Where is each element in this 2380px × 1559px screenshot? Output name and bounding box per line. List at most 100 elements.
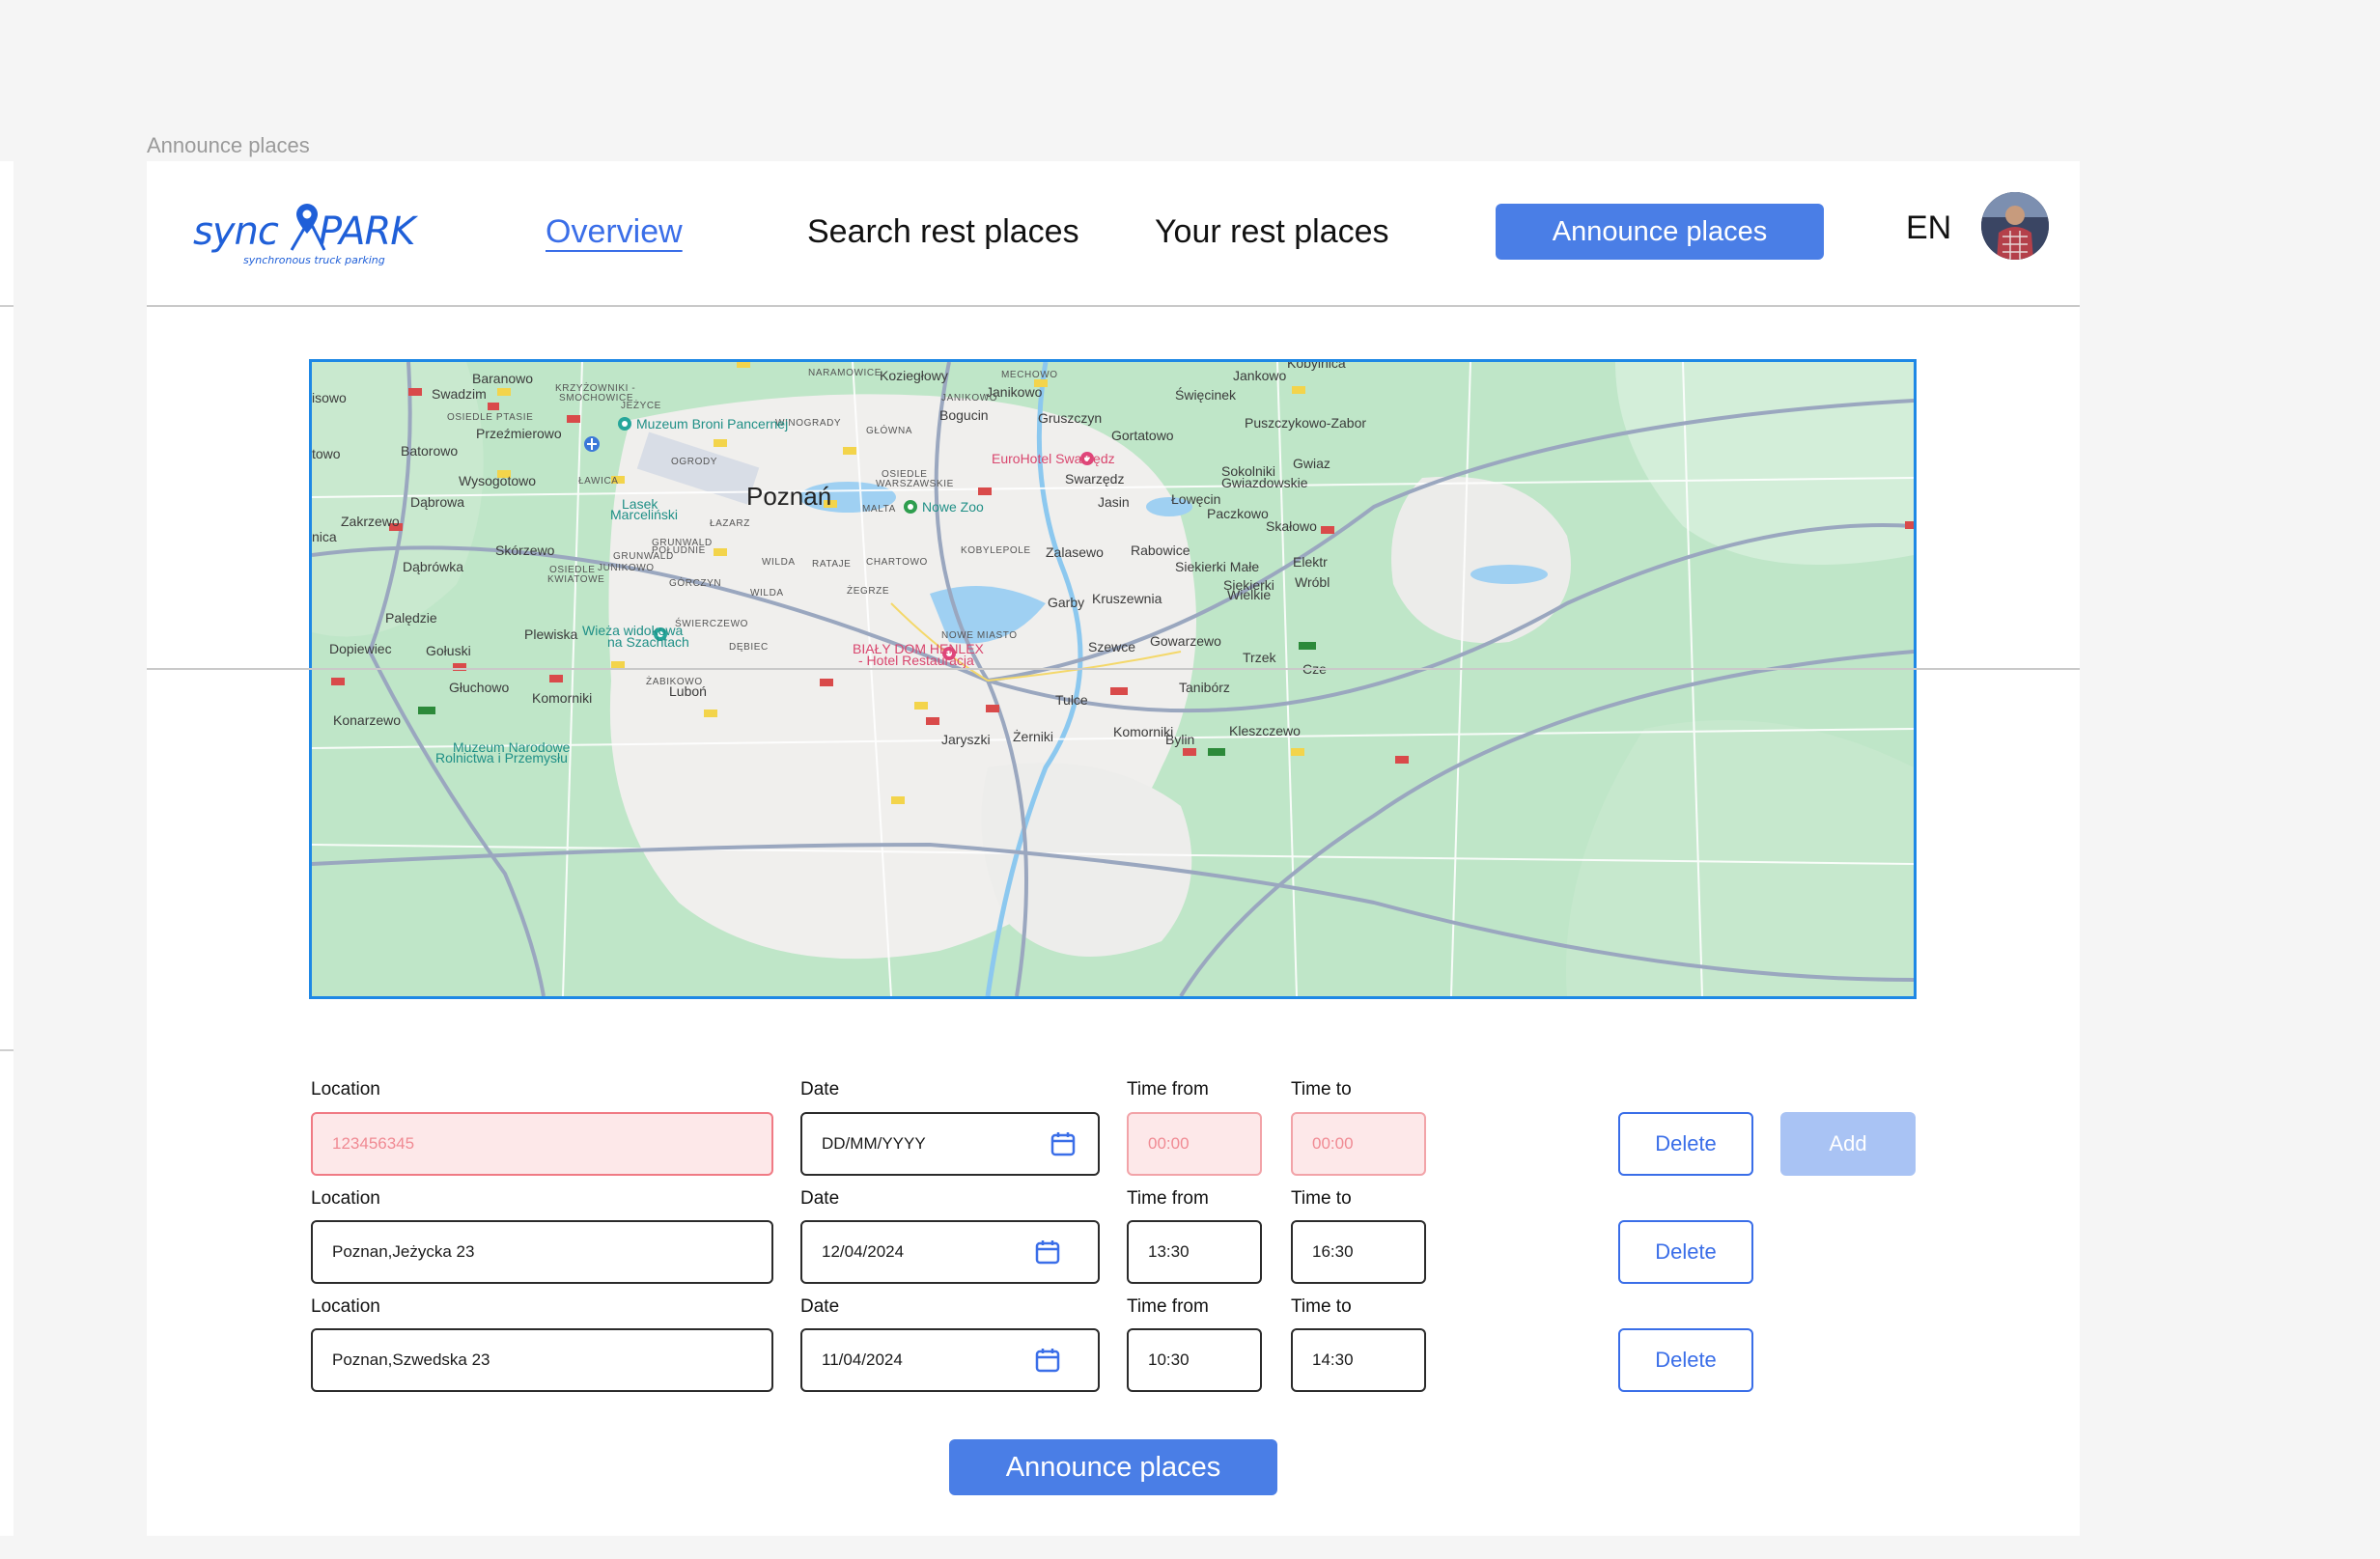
svg-text:ŚWIERCZEWO: ŚWIERCZEWO <box>675 617 748 629</box>
svg-text:Wysogotowo: Wysogotowo <box>459 473 536 488</box>
svg-text:Jaryszki: Jaryszki <box>941 732 991 747</box>
frame-label: Announce places <box>147 133 310 157</box>
time-to-input[interactable]: 14:30 <box>1291 1328 1426 1392</box>
svg-text:GÓRCZYN: GÓRCZYN <box>669 576 721 589</box>
location-label: Location <box>311 1296 380 1317</box>
svg-text:towo: towo <box>312 446 341 461</box>
svg-text:Łowęcin: Łowęcin <box>1171 491 1220 507</box>
time-to-label: Time to <box>1291 1296 1352 1317</box>
svg-text:nica: nica <box>312 529 337 544</box>
svg-text:synchronous truck parking: synchronous truck parking <box>243 254 385 266</box>
svg-text:Komorniki: Komorniki <box>1113 724 1173 739</box>
date-label: Date <box>800 1079 840 1100</box>
add-button[interactable]: Add <box>1780 1112 1916 1176</box>
date-input[interactable]: DD/MM/YYYY <box>800 1112 1100 1176</box>
nav-search-rest-places[interactable]: Search rest places <box>807 213 1079 251</box>
svg-text:Elektr: Elektr <box>1293 554 1328 570</box>
svg-text:Głuchowo: Głuchowo <box>449 680 509 695</box>
svg-text:Swarzędz: Swarzędz <box>1065 471 1124 487</box>
svg-text:Szewce: Szewce <box>1088 639 1135 654</box>
time-from-input[interactable]: 13:30 <box>1127 1220 1262 1284</box>
location-input[interactable]: Poznan,Szwedska 23 <box>311 1328 773 1392</box>
svg-text:DĘBIEC: DĘBIEC <box>729 642 769 653</box>
svg-text:CHARTOWO: CHARTOWO <box>866 557 928 568</box>
location-input[interactable]: 123456345 <box>311 1112 773 1176</box>
map-view[interactable]: Baranowo Swadzim isowo Przeźmierowo Bato… <box>309 359 1917 999</box>
time-from-input[interactable]: 00:00 <box>1127 1112 1262 1176</box>
location-label: Location <box>311 1079 380 1100</box>
delete-button[interactable]: Delete <box>1618 1328 1753 1392</box>
nav-overview[interactable]: Overview <box>546 213 683 251</box>
calendar-icon[interactable] <box>1034 1347 1061 1374</box>
svg-text:Palędzie: Palędzie <box>385 610 437 626</box>
svg-text:EuroHotel Swarzędz: EuroHotel Swarzędz <box>992 451 1115 466</box>
svg-text:Swadzim: Swadzim <box>432 386 487 402</box>
svg-text:MALTA: MALTA <box>862 504 896 515</box>
svg-text:KOBYLEPOLE: KOBYLEPOLE <box>961 545 1031 556</box>
time-to-input[interactable]: 16:30 <box>1291 1220 1426 1284</box>
announce-places-submit-button[interactable]: Announce places <box>949 1439 1277 1495</box>
svg-text:Muzeum Broni Pancernej: Muzeum Broni Pancernej <box>636 416 788 432</box>
svg-text:Skałowo: Skałowo <box>1266 518 1317 534</box>
time-from-label: Time from <box>1127 1188 1209 1209</box>
svg-text:GŁÓWNA: GŁÓWNA <box>866 424 912 436</box>
svg-text:Zalasewo: Zalasewo <box>1046 544 1104 560</box>
svg-text:RATAJE: RATAJE <box>812 559 851 570</box>
svg-text:JEŻYCE: JEŻYCE <box>621 399 661 411</box>
time-to-input[interactable]: 00:00 <box>1291 1112 1426 1176</box>
time-from-input[interactable]: 10:30 <box>1127 1328 1262 1392</box>
date-input[interactable]: 12/04/2024 <box>800 1220 1100 1284</box>
announce-places-header-button[interactable]: Announce places <box>1496 204 1824 260</box>
svg-text:Marceliński: Marceliński <box>610 507 678 522</box>
svg-text:NARAMOWICE: NARAMOWICE <box>808 368 882 378</box>
time-to-label: Time to <box>1291 1188 1352 1209</box>
svg-text:MECHOWO: MECHOWO <box>1001 370 1058 380</box>
time-to-label: Time to <box>1291 1079 1352 1100</box>
location-input[interactable]: Poznan,Jeżycka 23 <box>311 1220 773 1284</box>
airplane-icon <box>584 436 600 452</box>
svg-text:Koziegłowy: Koziegłowy <box>880 368 948 383</box>
time-from-label: Time from <box>1127 1079 1209 1100</box>
avatar-image <box>1981 192 2049 260</box>
svg-text:Wróbl: Wróbl <box>1295 574 1330 590</box>
svg-text:JANIKOWO: JANIKOWO <box>941 393 997 404</box>
svg-text:Gruszczyn: Gruszczyn <box>1038 410 1102 426</box>
svg-text:Rabowice: Rabowice <box>1131 543 1190 558</box>
svg-text:Siekierki Małe: Siekierki Małe <box>1175 559 1259 574</box>
delete-button[interactable]: Delete <box>1618 1112 1753 1176</box>
date-value: 11/04/2024 <box>822 1350 903 1369</box>
svg-text:JUNIKOWO: JUNIKOWO <box>598 563 655 573</box>
delete-button[interactable]: Delete <box>1618 1220 1753 1284</box>
date-label: Date <box>800 1188 840 1209</box>
page: sync PARK synchronous truck parking Over… <box>147 161 2080 1536</box>
svg-text:ŻABIKOWO: ŻABIKOWO <box>646 675 703 687</box>
svg-text:Skórzewo: Skórzewo <box>495 543 555 558</box>
time-from-label: Time from <box>1127 1296 1209 1317</box>
svg-text:WILDA: WILDA <box>750 588 784 599</box>
svg-text:Komorniki: Komorniki <box>532 690 592 706</box>
syncpark-logo[interactable]: sync PARK synchronous truck parking <box>191 198 462 275</box>
header-divider <box>147 305 2080 307</box>
svg-text:Tulce: Tulce <box>1055 692 1088 708</box>
date-input[interactable]: 11/04/2024 <box>800 1328 1100 1392</box>
svg-text:Kleszczewo: Kleszczewo <box>1229 723 1301 738</box>
calendar-icon[interactable] <box>1050 1130 1077 1157</box>
svg-text:Kruszewnia: Kruszewnia <box>1092 591 1162 606</box>
svg-text:ŻEGRZE: ŻEGRZE <box>847 584 889 597</box>
svg-text:Bogucin: Bogucin <box>939 407 989 423</box>
svg-text:WARSZAWSKIE: WARSZAWSKIE <box>876 479 954 489</box>
language-selector[interactable]: EN <box>1906 209 1951 247</box>
svg-text:Nowe Zoo: Nowe Zoo <box>922 499 984 515</box>
date-label: Date <box>800 1296 840 1317</box>
user-avatar[interactable] <box>1981 192 2049 260</box>
svg-text:Gwiaz: Gwiaz <box>1293 456 1330 471</box>
svg-text:Garby: Garby <box>1048 595 1084 610</box>
svg-text:sync: sync <box>193 209 279 254</box>
calendar-icon[interactable] <box>1034 1239 1061 1266</box>
svg-text:Tanibórz: Tanibórz <box>1179 680 1230 695</box>
date-value: DD/MM/YYYY <box>822 1134 926 1153</box>
nav-your-rest-places[interactable]: Your rest places <box>1155 213 1389 251</box>
side-strip <box>0 161 14 1536</box>
svg-text:GRUNWALD: GRUNWALD <box>613 551 674 562</box>
svg-text:Paczkowo: Paczkowo <box>1207 506 1269 521</box>
